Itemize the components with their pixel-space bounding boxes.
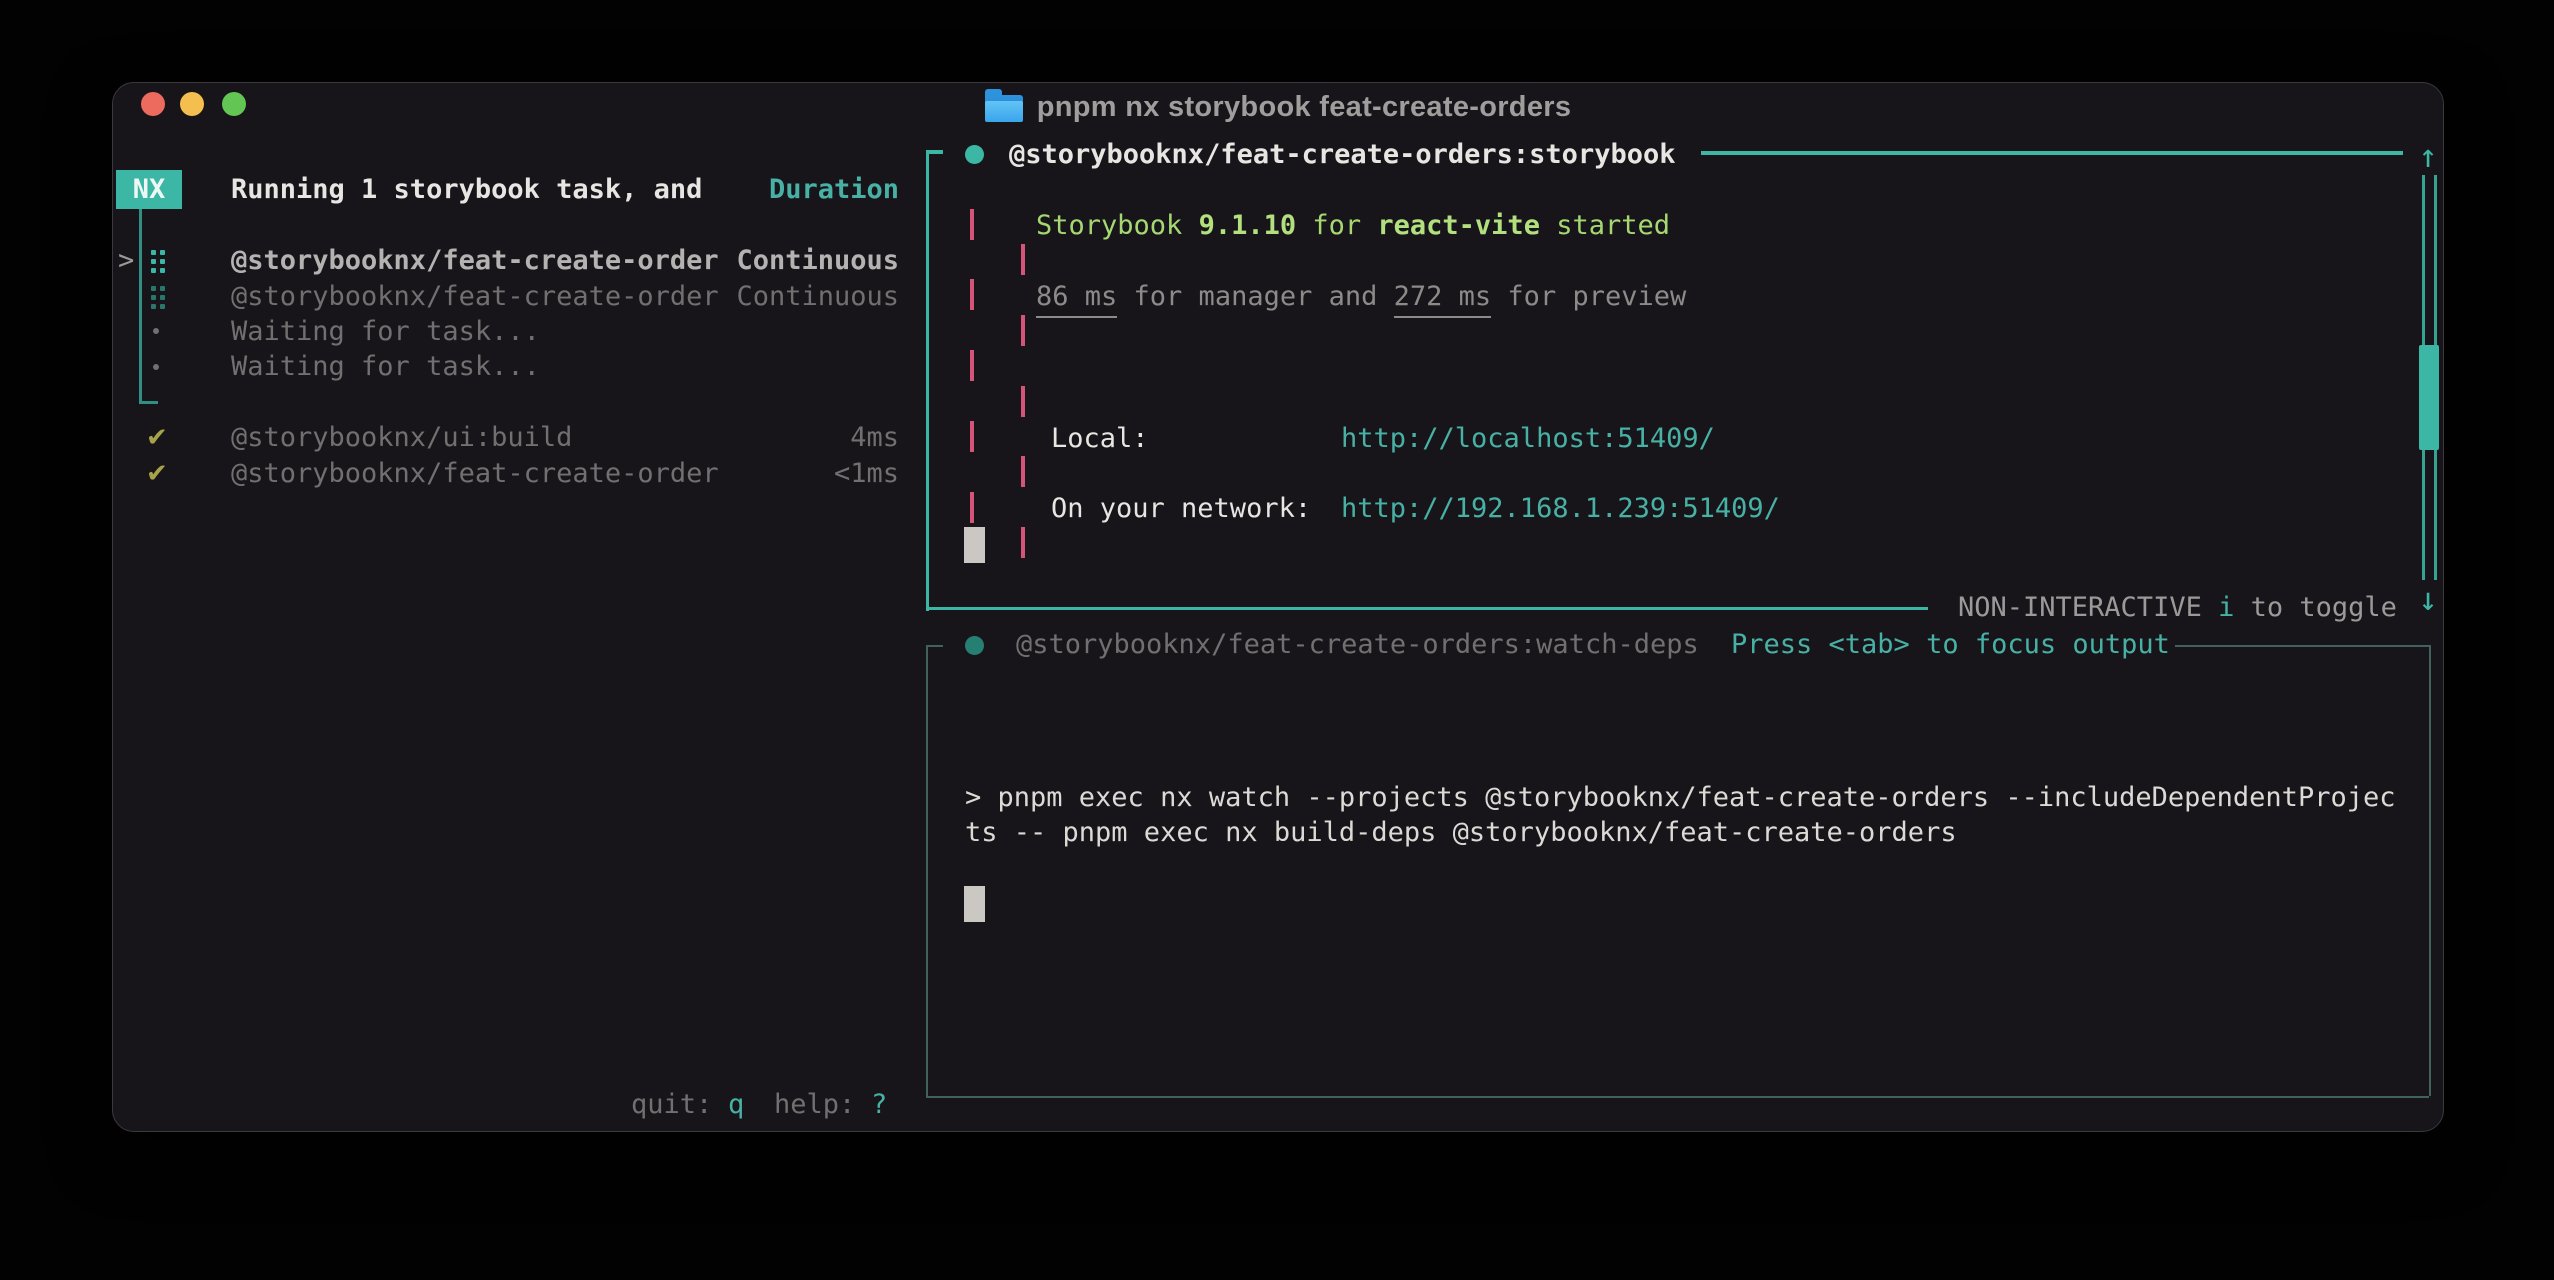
panel-border: [2175, 645, 2429, 647]
timing-line: 86 ms for manager and 272 ms for preview: [1036, 279, 1686, 318]
task-status: Continuous: [736, 279, 899, 315]
panel-border: [926, 607, 1928, 610]
box-border-segment: [970, 492, 974, 523]
command-line: ts -- pnpm exec nx build-deps @storybook…: [965, 815, 1957, 851]
spinner-icon: [149, 248, 165, 276]
scrollbar-track[interactable]: [2422, 175, 2437, 345]
panel-border: [926, 1096, 2429, 1098]
help-label: help:: [774, 1087, 855, 1123]
scroll-up-arrow[interactable]: ↑: [2413, 138, 2443, 174]
box-border-segment: [1021, 244, 1025, 275]
box-border-segment: [1021, 527, 1025, 558]
box-border-segment: [1021, 315, 1025, 346]
terminal-window: pnpm nx storybook feat-create-orders NX …: [112, 82, 2444, 1132]
task-row[interactable]: Waiting for task...: [231, 314, 540, 350]
check-icon: ✔: [146, 456, 168, 492]
panel-border: [2429, 645, 2431, 1096]
titlebar: pnpm nx storybook feat-create-orders: [113, 83, 2443, 129]
panel-border: [1701, 151, 2403, 155]
framework-name: react-vite: [1377, 208, 1540, 244]
task-duration: 4ms: [850, 420, 899, 456]
dot-icon: [153, 364, 159, 370]
started-text: Storybook: [1036, 208, 1199, 244]
window-title-group: pnpm nx storybook feat-create-orders: [113, 87, 2443, 127]
quit-label: quit:: [631, 1087, 712, 1123]
toggle-key: i: [2218, 590, 2234, 626]
storybook-panel-title: @storybooknx/feat-create-orders:storyboo…: [1009, 137, 1675, 173]
network-label: On your network:: [1051, 491, 1311, 527]
box-border-segment: [970, 209, 974, 240]
tasks-header: Running 1 storybook task, and: [231, 172, 702, 208]
terminal-cursor: [964, 886, 985, 922]
box-border-segment: [1021, 456, 1025, 487]
task-row[interactable]: Waiting for task...: [231, 349, 540, 385]
task-duration: <1ms: [834, 456, 899, 492]
mode-label: NON-INTERACTIVE: [1958, 590, 2218, 626]
panel-border: [926, 150, 929, 611]
network-url-link[interactable]: http://192.168.1.239:51409/: [1341, 491, 1780, 527]
desktop: pnpm nx storybook feat-create-orders NX …: [0, 0, 2554, 1280]
focus-output-hint: Press <tab> to focus output: [1731, 627, 2170, 663]
terminal-cursor: [964, 527, 985, 563]
box-border-segment: [1021, 386, 1025, 417]
check-icon: ✔: [146, 420, 168, 456]
task-row[interactable]: @storybooknx/ui:build: [231, 420, 572, 456]
scroll-down-arrow[interactable]: ↓: [2413, 581, 2443, 617]
manager-time: 86 ms: [1036, 279, 1117, 318]
nx-logo: NX: [116, 170, 182, 209]
command-line: > pnpm exec nx watch --projects @storybo…: [965, 780, 2395, 816]
local-label: Local:: [1051, 421, 1149, 457]
duration-column-header: Duration: [769, 172, 899, 208]
task-status-icon: [965, 636, 984, 655]
task-status-icon: [965, 145, 984, 164]
preview-time: 272 ms: [1394, 279, 1492, 318]
scrollbar-track[interactable]: [2422, 450, 2437, 580]
task-row[interactable]: @storybooknx/feat-create-order: [231, 279, 719, 315]
watch-panel-title: @storybooknx/feat-create-orders:watch-de…: [1016, 627, 1699, 663]
panel-border: [926, 645, 928, 1096]
local-url-link[interactable]: http://localhost:51409/: [1341, 421, 1715, 457]
dot-icon: [153, 328, 159, 334]
folder-icon: [985, 95, 1023, 122]
spinner-icon: [149, 284, 165, 312]
quit-key: q: [728, 1087, 744, 1123]
box-border-segment: [970, 279, 974, 310]
box-border-segment: [970, 350, 974, 381]
help-key: ?: [871, 1087, 887, 1123]
box-border-segment: [970, 421, 974, 452]
storybook-version: 9.1.10: [1199, 208, 1297, 244]
task-row[interactable]: @storybooknx/feat-create-order: [231, 456, 719, 492]
interactive-mode-hint: NON-INTERACTIVE i to toggle: [1958, 590, 2397, 626]
panel-border: [926, 645, 943, 647]
window-title: pnpm nx storybook feat-create-orders: [1037, 91, 1572, 124]
task-row[interactable]: @storybooknx/feat-create-order: [231, 243, 719, 279]
task-status: Continuous: [736, 243, 899, 279]
selection-cursor: >: [118, 243, 134, 279]
scrollbar-thumb[interactable]: [2419, 345, 2439, 450]
storybook-started-line: Storybook 9.1.10 for react-vite started: [1036, 208, 1670, 244]
